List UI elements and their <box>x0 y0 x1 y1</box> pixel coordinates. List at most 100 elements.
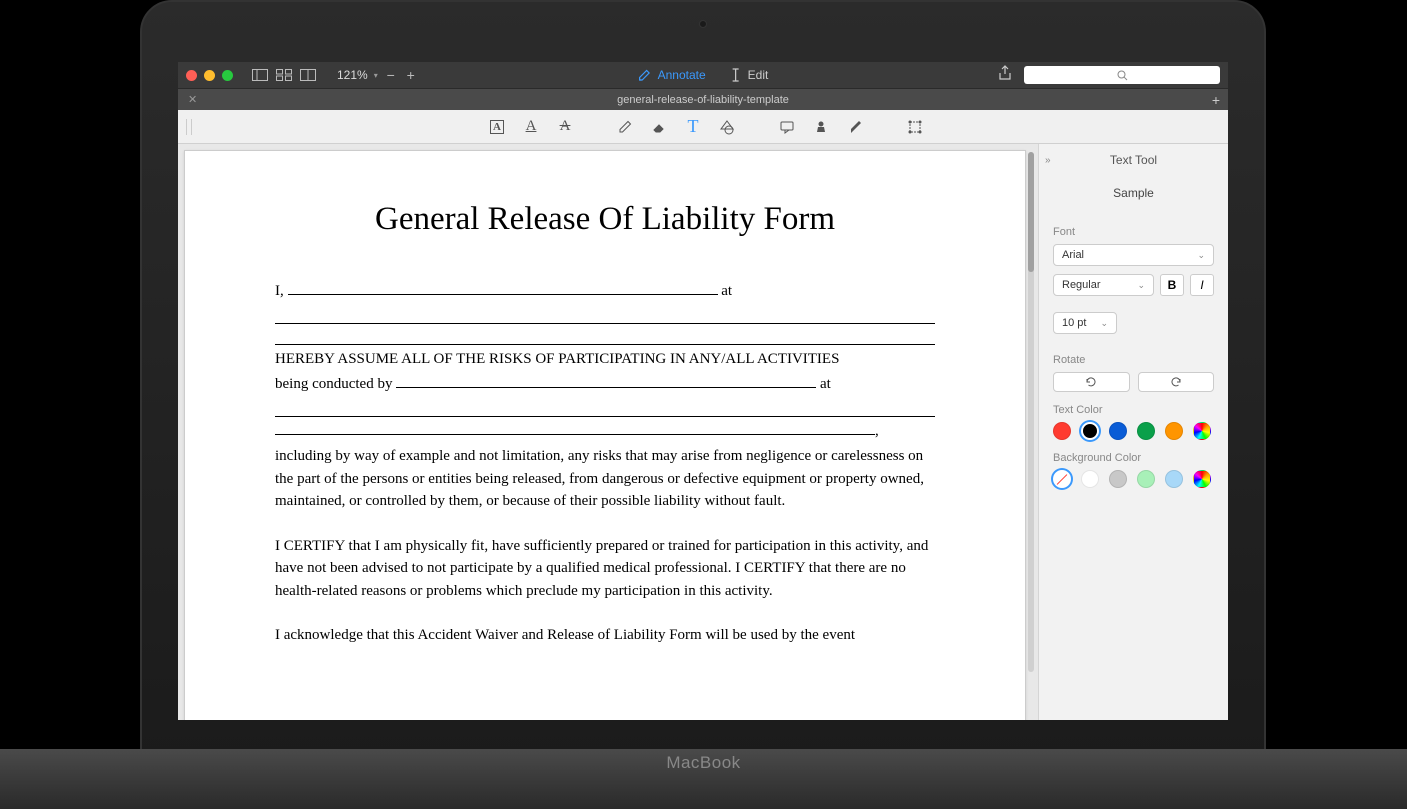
text-tool[interactable]: T <box>683 117 703 137</box>
document-paragraph: including by way of example and not limi… <box>275 445 935 513</box>
traffic-lights <box>186 70 233 81</box>
bold-button[interactable]: B <box>1160 274 1184 296</box>
strikethrough-tool[interactable]: A <box>555 117 575 137</box>
search-icon <box>1117 70 1128 81</box>
text-color-swatch[interactable] <box>1081 422 1099 440</box>
eraser-tool[interactable] <box>649 117 669 137</box>
search-input[interactable] <box>1024 66 1220 84</box>
select-tool-group <box>905 117 925 137</box>
tab-close-button[interactable]: ✕ <box>188 93 197 106</box>
underline-tool[interactable]: A <box>521 117 541 137</box>
annotation-tool-group <box>777 117 865 137</box>
shape-tool[interactable] <box>717 117 737 137</box>
color-picker-swatch[interactable] <box>1193 470 1211 488</box>
scrollbar-thumb[interactable] <box>1028 152 1034 272</box>
document-page: General Release Of Liability Form I, at … <box>184 150 1026 720</box>
grid-view-button[interactable] <box>273 67 295 83</box>
text-cursor-icon <box>730 68 742 82</box>
pencil-icon <box>638 68 652 82</box>
mode-group: Annotate Edit <box>638 68 769 82</box>
share-button[interactable] <box>998 65 1012 86</box>
document-line: I, at <box>275 280 935 303</box>
stamp-tool[interactable] <box>811 117 831 137</box>
zoom-level[interactable]: 121% <box>337 68 368 82</box>
titlebar: 121% ▾ − + Annotate Edit <box>178 62 1228 88</box>
tab-title: general-release-of-liability-template <box>617 94 789 106</box>
maximize-window-button[interactable] <box>222 70 233 81</box>
share-icon <box>998 65 1012 81</box>
text-style-tool-group: A A A <box>487 117 575 137</box>
document-line: HEREBY ASSUME ALL OF THE RISKS OF PARTIC… <box>275 348 935 371</box>
tab-add-button[interactable]: + <box>1212 92 1220 108</box>
minimize-window-button[interactable] <box>204 70 215 81</box>
document-line: , <box>275 420 935 443</box>
zoom-group: 121% ▾ − + <box>337 67 418 83</box>
app-window: 121% ▾ − + Annotate Edit ✕ general <box>178 62 1228 720</box>
blank-field <box>275 434 875 435</box>
collapse-sidebar-icon[interactable]: » <box>1045 155 1051 166</box>
view-mode-group <box>249 67 319 83</box>
rotate-cw-icon <box>1169 375 1183 389</box>
font-label: Font <box>1053 226 1214 238</box>
blank-field <box>275 399 935 417</box>
background-color-section: Background Color <box>1039 446 1228 494</box>
font-style-select[interactable]: Regular ⌄ <box>1053 274 1154 296</box>
text-style-icon[interactable]: A <box>487 117 507 137</box>
blank-field <box>396 387 816 388</box>
annotate-toolbar: A A A T <box>178 110 1228 144</box>
text-color-swatch[interactable] <box>1109 422 1127 440</box>
titlebar-right-group <box>998 65 1220 86</box>
zoom-in-button[interactable]: + <box>404 67 418 83</box>
rotate-ccw-button[interactable] <box>1053 372 1130 392</box>
document-title: General Release Of Liability Form <box>275 201 935 238</box>
signature-tool[interactable] <box>845 117 865 137</box>
font-section: Font Arial ⌄ Regular ⌄ B I 10 pt ⌄ <box>1039 220 1228 348</box>
annotate-mode-button[interactable]: Annotate <box>638 68 706 82</box>
rotate-cw-button[interactable] <box>1138 372 1215 392</box>
rotate-section: Rotate <box>1039 348 1228 398</box>
blank-field <box>288 294 718 295</box>
bg-color-swatch[interactable] <box>1109 470 1127 488</box>
color-picker-swatch[interactable] <box>1193 422 1211 440</box>
toolbar-handle[interactable] <box>186 119 192 135</box>
text-color-swatch[interactable] <box>1165 422 1183 440</box>
document-paragraph: I acknowledge that this Accident Waiver … <box>275 624 935 647</box>
sidebar-title: Text Tool <box>1110 153 1157 167</box>
bg-color-swatch[interactable] <box>1081 470 1099 488</box>
text-color-section: Text Color <box>1039 398 1228 446</box>
edit-label: Edit <box>748 68 769 82</box>
chevron-down-icon: ⌄ <box>1197 250 1205 261</box>
chevron-down-icon: ⌄ <box>1137 280 1145 291</box>
document-container[interactable]: General Release Of Liability Form I, at … <box>178 144 1038 720</box>
edit-mode-button[interactable]: Edit <box>730 68 769 82</box>
draw-tool-group: T <box>615 117 737 137</box>
text-color-swatch[interactable] <box>1053 422 1071 440</box>
bg-color-swatch[interactable] <box>1165 470 1183 488</box>
pencil-tool[interactable] <box>615 117 635 137</box>
document-paragraph: I CERTIFY that I am physically fit, have… <box>275 535 935 603</box>
note-tool[interactable] <box>777 117 797 137</box>
annotate-label: Annotate <box>658 68 706 82</box>
zoom-out-button[interactable]: − <box>384 67 398 83</box>
text-color-label: Text Color <box>1053 404 1214 416</box>
sample-preview: Sample <box>1039 176 1228 220</box>
sidebar-toggle-button[interactable] <box>249 67 271 83</box>
bg-color-swatch[interactable] <box>1137 470 1155 488</box>
font-family-select[interactable]: Arial ⌄ <box>1053 244 1214 266</box>
split-view-button[interactable] <box>297 67 319 83</box>
font-size-select[interactable]: 10 pt ⌄ <box>1053 312 1117 334</box>
bg-color-label: Background Color <box>1053 452 1214 464</box>
rotate-label: Rotate <box>1053 354 1214 366</box>
selection-tool[interactable] <box>905 117 925 137</box>
sidebar-header: » Text Tool <box>1039 144 1228 176</box>
document-line: being conducted by at <box>275 373 935 396</box>
scrollbar-vertical[interactable] <box>1028 152 1034 672</box>
italic-button[interactable]: I <box>1190 274 1214 296</box>
macbook-label: MacBook <box>666 753 740 773</box>
bg-color-none-swatch[interactable] <box>1053 470 1071 488</box>
blank-field <box>275 327 935 345</box>
rotate-ccw-icon <box>1084 375 1098 389</box>
text-color-swatch[interactable] <box>1137 422 1155 440</box>
close-window-button[interactable] <box>186 70 197 81</box>
content-area: General Release Of Liability Form I, at … <box>178 144 1228 720</box>
